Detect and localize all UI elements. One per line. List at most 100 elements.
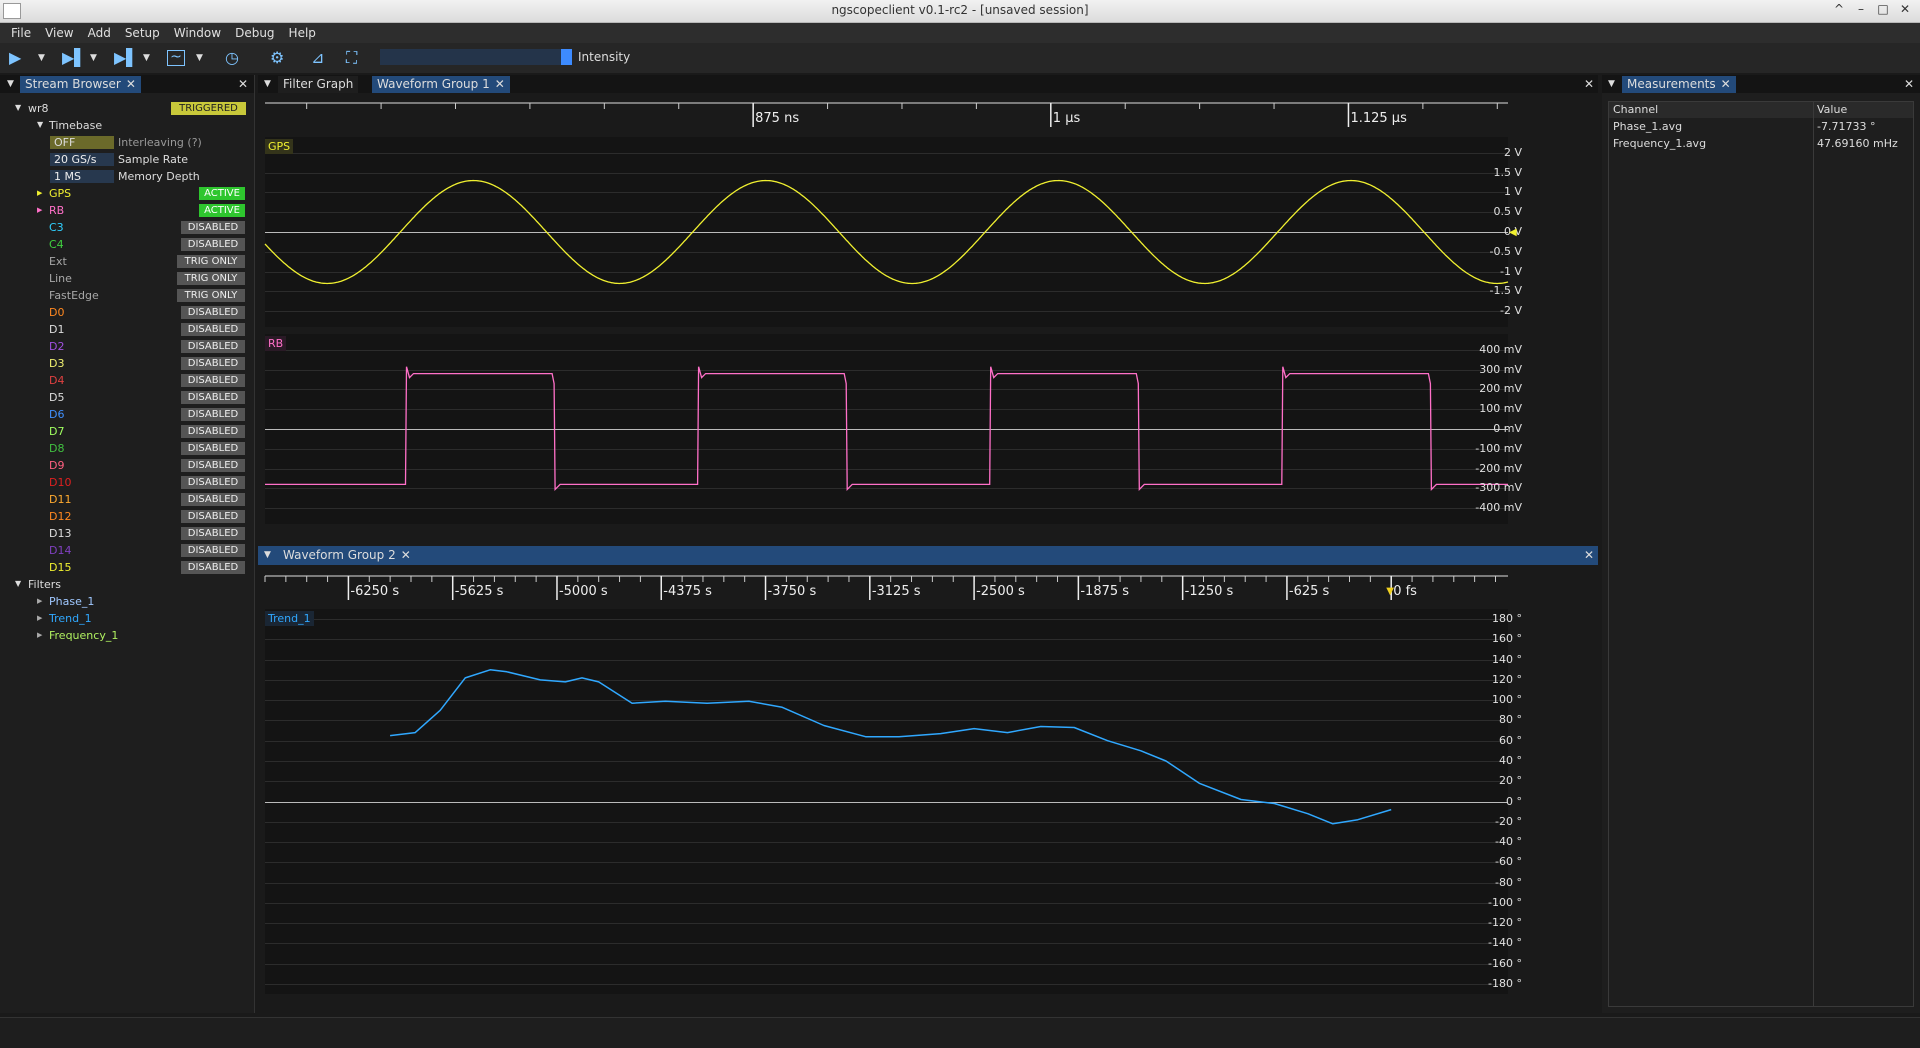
channel-d11[interactable]: D11 [49, 491, 71, 508]
channel-d7[interactable]: D7 [49, 423, 64, 440]
dock-menu-icon[interactable]: ▼ [264, 550, 271, 560]
channel-status-badge[interactable]: DISABLED [181, 391, 245, 404]
close-panel-icon[interactable]: ✕ [1904, 77, 1914, 91]
channel-d12[interactable]: D12 [49, 508, 71, 525]
close-window-icon[interactable]: ✕ [1896, 2, 1914, 16]
stop-dropdown-icon[interactable]: ▼ [196, 53, 203, 63]
channel-fastedge[interactable]: FastEdge [49, 287, 99, 304]
expand-arrow-icon[interactable]: ▶ [37, 631, 42, 639]
channel-status-badge[interactable]: DISABLED [181, 238, 245, 251]
channel-status-badge[interactable]: TRIG ONLY [177, 289, 245, 302]
channel-status-badge[interactable]: DISABLED [181, 561, 245, 574]
expand-arrow-icon[interactable]: ▶ [37, 597, 42, 605]
dock-menu-icon[interactable]: ▼ [7, 79, 14, 89]
run-trigger-icon[interactable]: ▶ [9, 48, 21, 67]
gps-plot[interactable] [264, 137, 1509, 327]
channel-d4[interactable]: D4 [49, 372, 64, 389]
channel-status-badge[interactable]: DISABLED [181, 340, 245, 353]
channel-status-badge[interactable]: DISABLED [181, 221, 245, 234]
channel-c4[interactable]: C4 [49, 236, 64, 253]
expand-arrow-icon[interactable]: ▼ [37, 120, 43, 129]
channel-status-badge[interactable]: DISABLED [181, 425, 245, 438]
channel-d0[interactable]: D0 [49, 304, 64, 321]
channel-status-badge[interactable]: DISABLED [181, 306, 245, 319]
rb-channel-label[interactable]: RB [265, 336, 287, 351]
channel-d6[interactable]: D6 [49, 406, 64, 423]
menu-add[interactable]: Add [81, 23, 118, 43]
measurement-channel[interactable]: Phase_1.avg [1613, 119, 1682, 134]
menu-debug[interactable]: Debug [228, 23, 281, 43]
timeline-group-1[interactable]: 875 ns 1 µs 1.125 µs [265, 99, 1508, 129]
expand-arrow-icon[interactable]: ▼ [15, 103, 21, 112]
menu-setup[interactable]: Setup [118, 23, 167, 43]
dock-menu-icon[interactable]: ▼ [1608, 79, 1615, 89]
channel-d8[interactable]: D8 [49, 440, 64, 457]
sample-rate-field[interactable]: 20 GS/s [50, 153, 114, 166]
trend-channel-label[interactable]: Trend_1 [265, 611, 314, 626]
channel-status-badge[interactable]: DISABLED [181, 493, 245, 506]
trigger-level-marker-icon[interactable]: ◀ [1509, 227, 1517, 238]
filter-frequency_1[interactable]: Frequency_1 [49, 627, 118, 644]
trend-plot[interactable] [265, 609, 1508, 994]
dock-menu-icon[interactable]: ▼ [264, 79, 271, 89]
channel-d14[interactable]: D14 [49, 542, 71, 559]
filter-phase_1[interactable]: Phase_1 [49, 593, 94, 610]
filters-node[interactable]: Filters [28, 576, 61, 593]
channel-d9[interactable]: D9 [49, 457, 64, 474]
rb-plot[interactable] [265, 334, 1508, 524]
channel-d3[interactable]: D3 [49, 355, 64, 372]
settings-gear-icon[interactable]: ⚙ [270, 48, 284, 67]
measurement-channel[interactable]: Frequency_1.avg [1613, 136, 1706, 151]
channel-status-badge[interactable]: DISABLED [181, 442, 245, 455]
channel-status-badge[interactable]: DISABLED [181, 323, 245, 336]
tab-stream-browser[interactable]: Stream Browser ✕ [20, 76, 141, 93]
timeline-group-2[interactable]: -6250 s -5625 s -5000 s -4375 s -3750 s -3125… [264, 572, 1508, 602]
channel-d2[interactable]: D2 [49, 338, 64, 355]
channel-status-badge[interactable]: ACTIVE [199, 187, 245, 200]
channel-rb[interactable]: RB [49, 202, 64, 219]
close-panel-icon[interactable]: ✕ [1584, 548, 1594, 562]
channel-status-badge[interactable]: DISABLED [181, 527, 245, 540]
channel-status-badge[interactable]: TRIG ONLY [177, 255, 245, 268]
channel-line[interactable]: Line [49, 270, 72, 287]
column-header-channel[interactable]: Channel [1613, 103, 1658, 117]
gps-channel-label[interactable]: GPS [265, 139, 294, 154]
channel-status-badge[interactable]: DISABLED [181, 357, 245, 370]
history-icon[interactable]: ◷ [225, 48, 239, 67]
run-dropdown-icon[interactable]: ▼ [38, 53, 45, 63]
tab-waveform-group-1[interactable]: Waveform Group 1 ✕ [372, 76, 510, 93]
single-dropdown-icon[interactable]: ▼ [90, 53, 97, 63]
maximize-icon[interactable]: □ [1874, 2, 1892, 16]
channel-status-badge[interactable]: DISABLED [181, 374, 245, 387]
channel-status-badge[interactable]: DISABLED [181, 476, 245, 489]
channel-status-badge[interactable]: DISABLED [181, 544, 245, 557]
close-tab-icon[interactable]: ✕ [495, 77, 505, 91]
tab-measurements[interactable]: Measurements ✕ [1622, 76, 1736, 93]
expand-arrow-icon[interactable]: ▶ [37, 614, 42, 622]
channel-status-badge[interactable]: ACTIVE [199, 204, 245, 217]
menu-help[interactable]: Help [282, 23, 323, 43]
expand-arrow-icon[interactable]: ▼ [15, 579, 21, 588]
close-tab-icon[interactable]: ✕ [126, 77, 136, 91]
intensity-slider-handle[interactable] [561, 49, 572, 65]
channel-d10[interactable]: D10 [49, 474, 71, 491]
expand-arrow-icon[interactable]: ▶ [37, 206, 42, 214]
channel-status-badge[interactable]: TRIG ONLY [177, 272, 245, 285]
intensity-slider[interactable] [380, 49, 572, 65]
close-panel-icon[interactable]: ✕ [238, 77, 248, 91]
channel-status-badge[interactable]: DISABLED [181, 459, 245, 472]
close-tab-icon[interactable]: ✕ [401, 548, 411, 562]
force-trigger-icon[interactable]: ▶▌ [114, 48, 139, 67]
fullscreen-icon[interactable]: ⛶ [346, 48, 357, 68]
filter-trend_1[interactable]: Trend_1 [49, 610, 92, 627]
trigger-position-marker-icon[interactable]: ▼ [1386, 586, 1394, 597]
interleaving-field[interactable]: OFF [50, 136, 114, 149]
menu-window[interactable]: Window [167, 23, 228, 43]
channel-d5[interactable]: D5 [49, 389, 64, 406]
channel-gps[interactable]: GPS [49, 185, 71, 202]
menu-view[interactable]: View [38, 23, 80, 43]
close-tab-icon[interactable]: ✕ [1721, 77, 1731, 91]
trigger-setup-icon[interactable]: ⊿ [311, 48, 324, 67]
force-dropdown-icon[interactable]: ▼ [143, 53, 150, 63]
single-trigger-icon[interactable]: ▶▌ [62, 48, 87, 67]
